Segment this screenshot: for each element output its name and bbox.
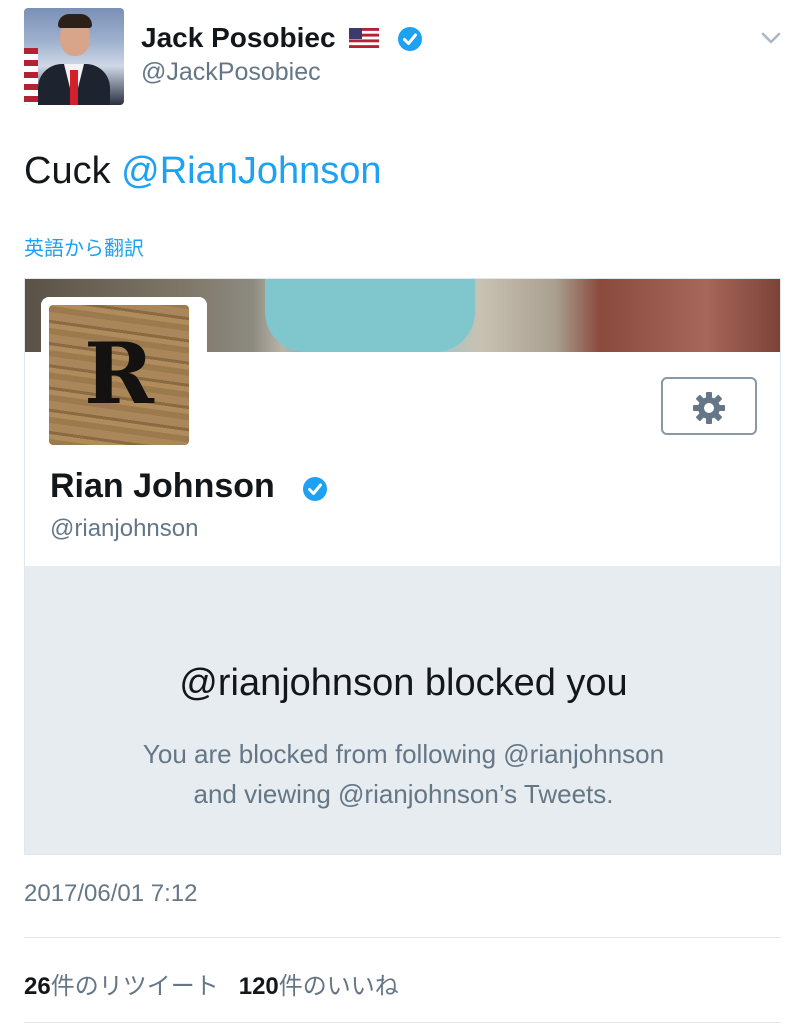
tweet-text: Cuck @RianJohnson [24,150,382,193]
author-avatar[interactable] [24,8,124,105]
gear-icon [693,392,725,424]
mention-link[interactable]: @RianJohnson [121,150,381,192]
blocked-description-line: You are blocked from following @rianjohn… [142,739,665,769]
tweet-stats: 26件のリツイート 120件のいいね [24,966,399,1001]
us-flag-icon [349,28,379,48]
blocked-description: You are blocked from following @rianjohn… [25,734,780,814]
card-profile-handle: @rianjohnson [50,515,199,542]
like-stat[interactable]: 120件のいいね [239,973,399,1000]
translate-link[interactable]: 英語から翻訳 [24,232,144,261]
like-count: 120 [238,973,279,1000]
settings-button[interactable] [661,377,757,435]
divider [24,937,781,938]
profile-picture: R [41,297,207,459]
profile-picture-letter: R [84,324,154,423]
tweet-timestamp[interactable]: 2017/06/01 7:12 [24,880,198,908]
retweet-count: 26 [24,973,51,1000]
blocked-title: @rianjohnson blocked you [179,662,628,704]
like-label: 件のいいね [278,973,399,1000]
retweet-label: 件のリツイート [50,973,219,1000]
tweet-text-prefix: Cuck [24,150,122,192]
divider [24,1022,781,1023]
blocked-notice: @rianjohnson blocked you You are blocked… [25,566,780,854]
author-name[interactable]: Jack Posobiec [141,22,336,54]
chevron-down-icon[interactable] [760,30,782,46]
author-handle[interactable]: @JackPosobiec [141,58,321,87]
card-profile-name: Rian Johnson [50,467,275,505]
embedded-profile-card: R Rian Johnson @rianjohnson @rianjohnson… [24,278,781,855]
retweet-stat[interactable]: 26件のリツイート [24,973,219,1000]
verified-badge-icon [303,477,327,501]
verified-badge-icon [398,27,422,51]
blocked-description-line: and viewing @rianjohnson’s Tweets. [193,779,614,809]
